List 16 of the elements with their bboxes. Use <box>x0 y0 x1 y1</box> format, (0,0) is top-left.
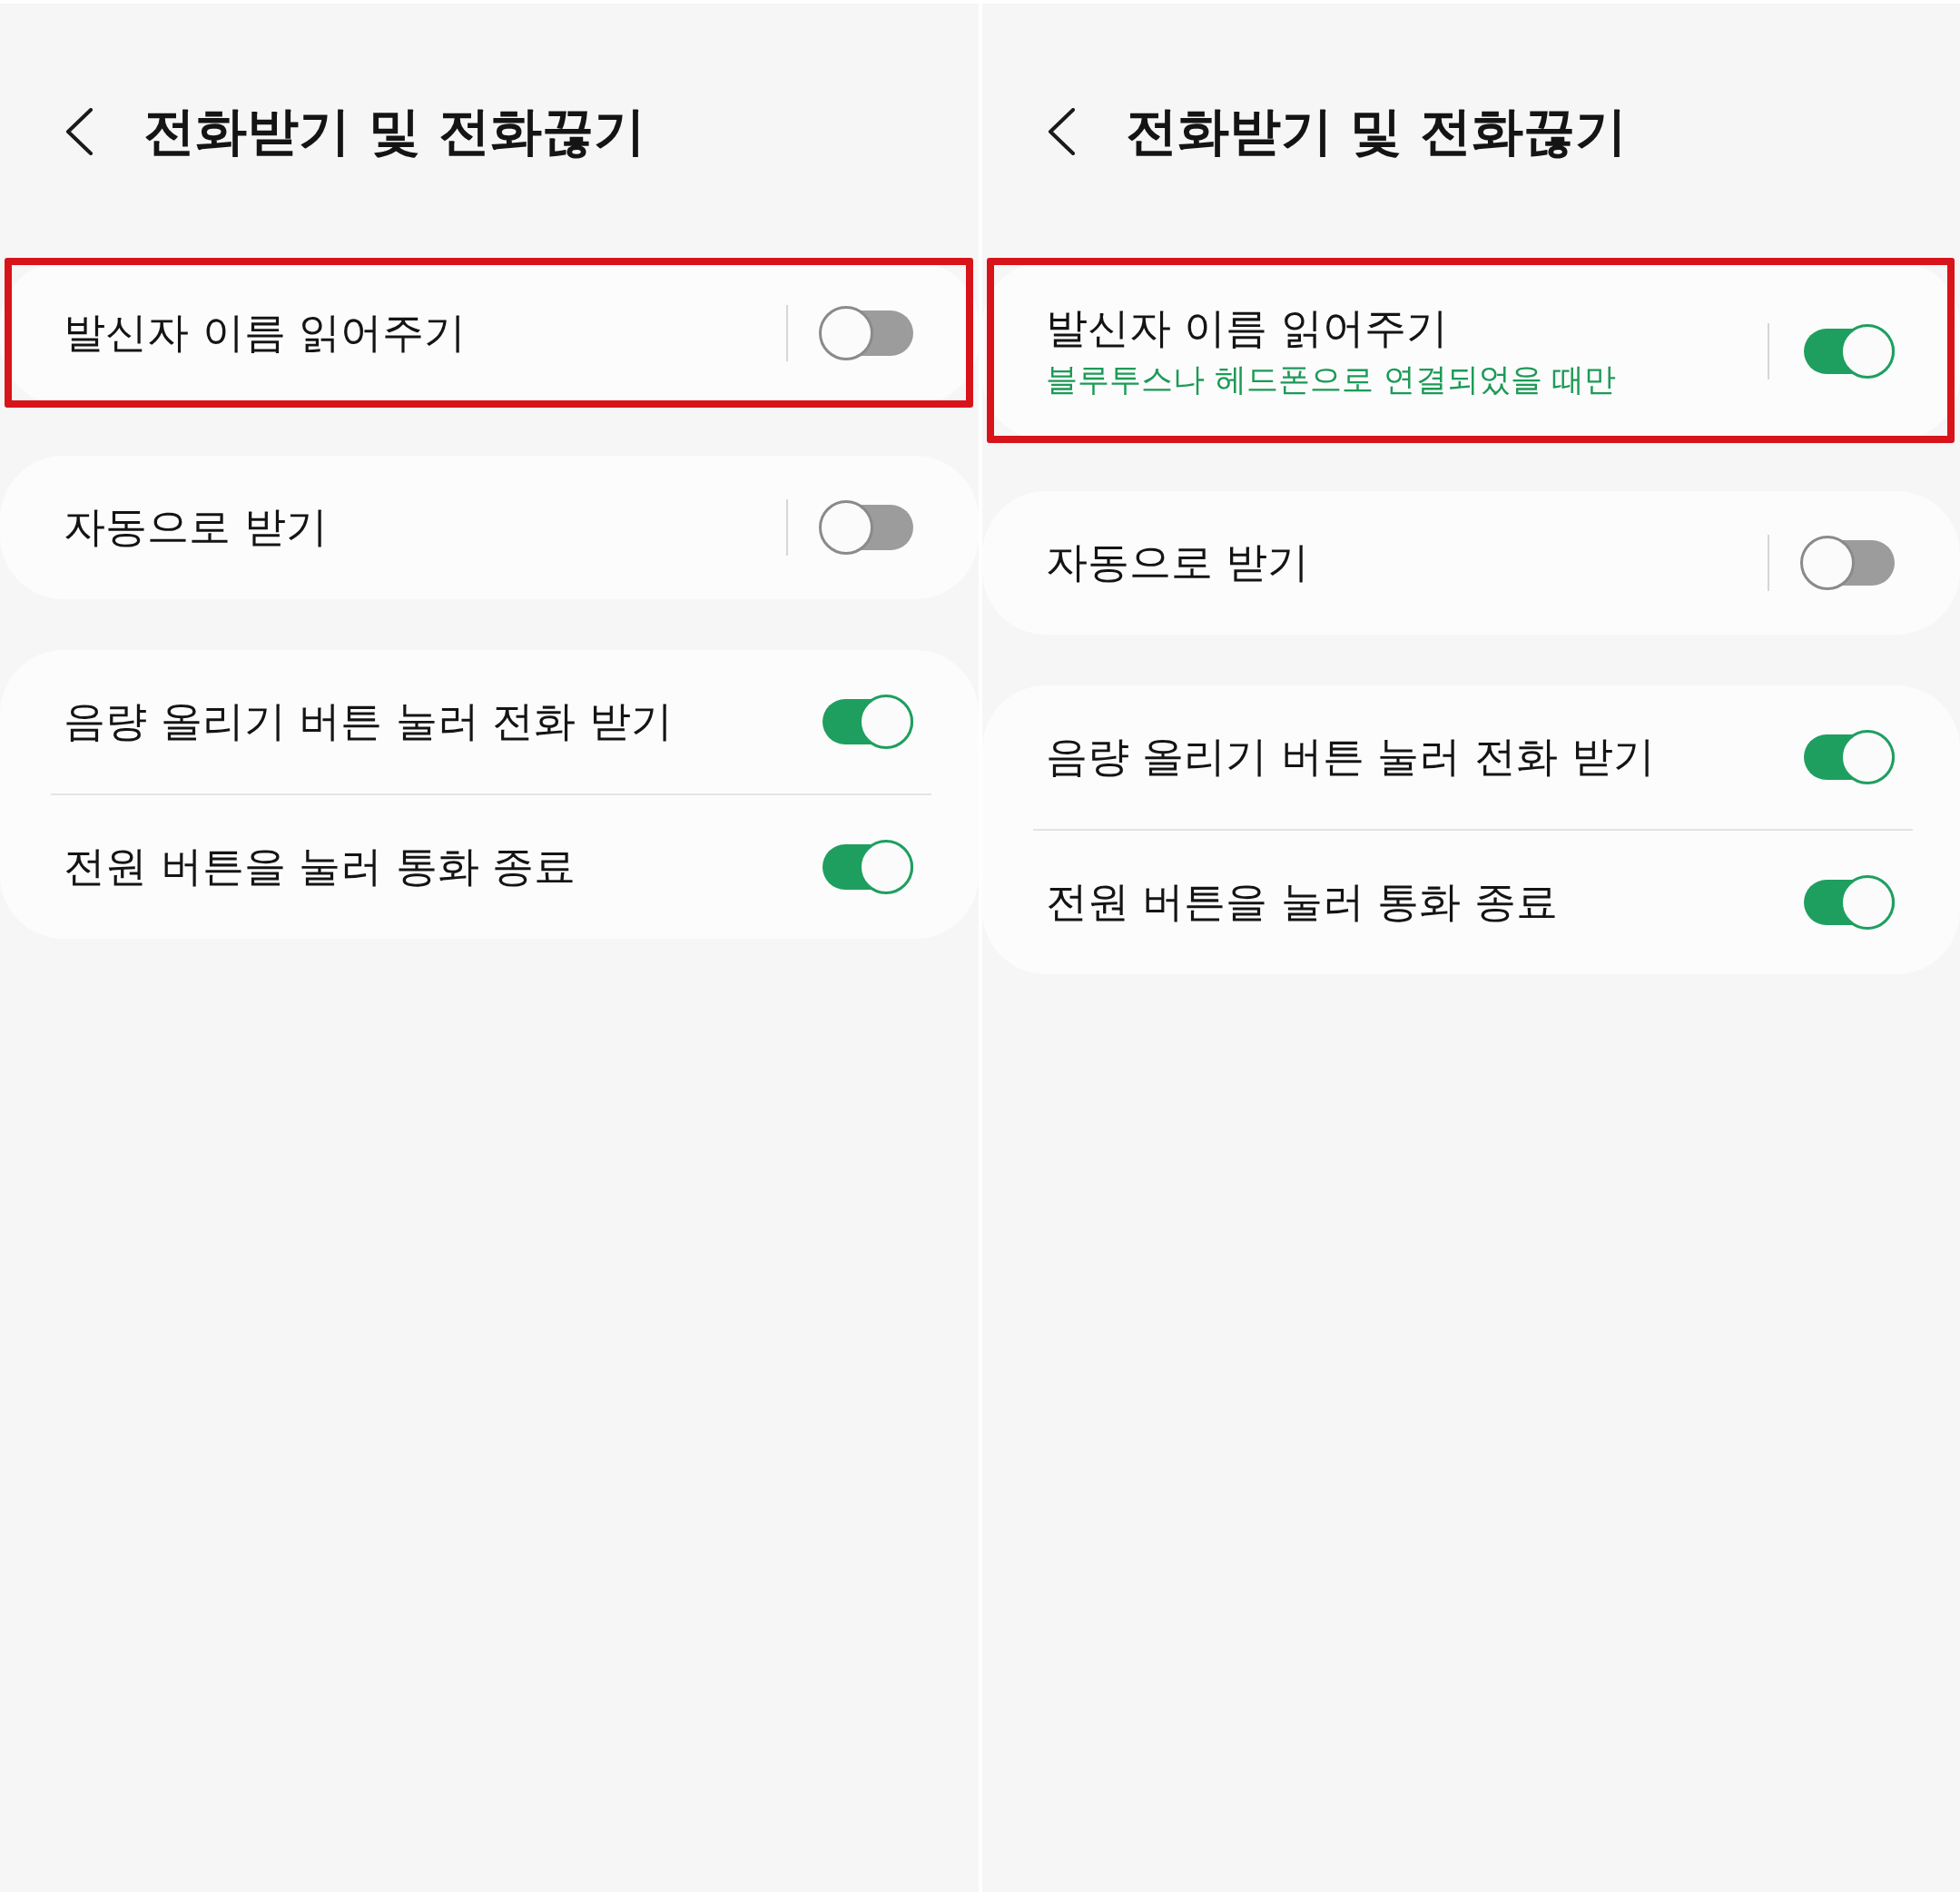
back-icon[interactable] <box>1046 108 1076 155</box>
setting-summary: 블루투스나 헤드폰으로 연결되었을 때만 <box>1045 360 1616 399</box>
setting-label[interactable]: 자동으로 받기 <box>1045 536 1310 591</box>
back-icon[interactable] <box>64 108 94 155</box>
page-title: 전화받기 및 전화끊기 <box>1125 99 1628 163</box>
page-title: 전화받기 및 전화끊기 <box>143 99 645 163</box>
setting-label[interactable]: 음량 올리기 버튼 눌러 전화 받기 <box>1045 730 1655 785</box>
setting-label[interactable]: 음량 올리기 버튼 눌러 전화 받기 <box>64 695 674 749</box>
setting-label[interactable]: 자동으로 받기 <box>64 500 328 555</box>
setting-label[interactable]: 발신자 이름 읽어주기 <box>1045 301 1448 356</box>
toggle-switch[interactable] <box>1800 536 1895 591</box>
setting-label[interactable]: 전원 버튼을 눌러 통화 종료 <box>1045 875 1558 931</box>
setting-label[interactable]: 전원 버튼을 눌러 통화 종료 <box>64 840 576 894</box>
toggle-switch[interactable] <box>818 306 913 360</box>
toggle-switch[interactable] <box>818 500 913 555</box>
setting-label[interactable]: 발신자 이름 읽어주기 <box>64 306 467 360</box>
